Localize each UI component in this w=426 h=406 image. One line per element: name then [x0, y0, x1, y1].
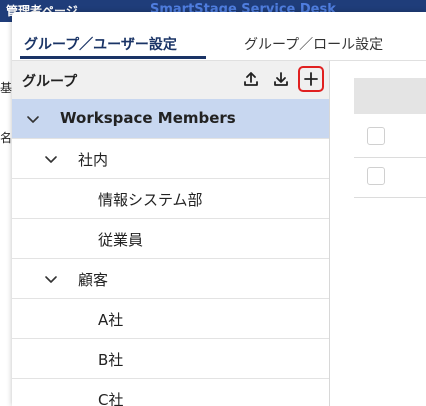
tab-group-user-settings[interactable]: グループ／ユーザー設定	[24, 34, 177, 54]
tab-bar: グループ／ユーザー設定 グループ／ロール設定	[12, 12, 426, 61]
tree-item-customers[interactable]: 顧客	[12, 259, 329, 299]
row-divider	[354, 157, 426, 158]
tree-item-label: 情報システム部	[98, 191, 203, 209]
row-checkbox[interactable]	[367, 167, 385, 185]
tree-item-label: 顧客	[78, 271, 109, 289]
row-checkbox[interactable]	[367, 127, 385, 145]
group-settings-panel: グループ／ユーザー設定 グループ／ロール設定 グループ Workspace Me…	[12, 12, 426, 406]
background-side-label: 名	[0, 131, 12, 145]
user-list-header	[354, 78, 426, 114]
tree-item-internal[interactable]: 社内	[12, 139, 329, 179]
chevron-down-icon[interactable]	[44, 152, 58, 166]
upload-icon[interactable]	[240, 68, 262, 90]
group-pane-title: グループ	[22, 74, 78, 90]
tree-item-label: 従業員	[98, 231, 144, 249]
user-list-pane	[330, 61, 426, 406]
download-icon[interactable]	[270, 68, 292, 90]
active-tab-indicator	[20, 56, 206, 59]
row-divider	[354, 197, 426, 198]
tab-group-role-settings[interactable]: グループ／ロール設定	[244, 34, 383, 54]
tree-item-company-b[interactable]: B社	[12, 339, 329, 379]
tree-item-employees[interactable]: 従業員	[12, 219, 329, 259]
add-group-button[interactable]	[298, 66, 324, 92]
tree-item-company-c[interactable]: C社	[12, 379, 329, 406]
tree-item-label: 社内	[78, 151, 109, 169]
group-pane-header: グループ	[12, 61, 329, 100]
group-tree-pane: グループ Workspace Members 社内 情報システム部 従業員 顧客…	[12, 61, 330, 406]
tree-item-label: B社	[98, 351, 124, 369]
tree-item-company-a[interactable]: A社	[12, 299, 329, 339]
chevron-down-icon[interactable]	[44, 272, 58, 286]
add-icon	[304, 72, 318, 86]
tree-item-label: Workspace Members	[60, 109, 236, 127]
background-side-label: 基	[0, 81, 12, 95]
tree-item-workspace-members[interactable]: Workspace Members	[12, 99, 329, 139]
tree-item-it-department[interactable]: 情報システム部	[12, 179, 329, 219]
tree-item-label: A社	[98, 311, 124, 329]
background-sidebar: 基 名	[0, 22, 12, 406]
tree-item-label: C社	[98, 391, 124, 406]
chevron-down-icon[interactable]	[26, 112, 40, 126]
